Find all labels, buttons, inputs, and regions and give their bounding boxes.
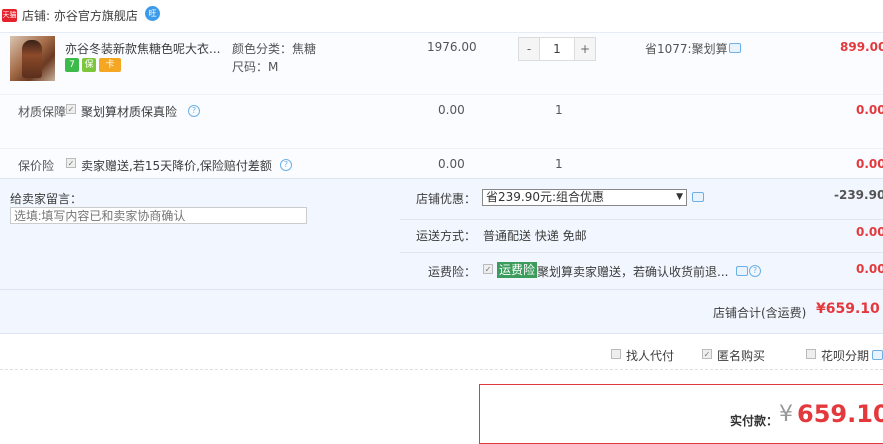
- proxy-pay-label[interactable]: 找人代付: [626, 347, 674, 364]
- shop-total-label: 店铺合计(含运费): [713, 306, 807, 320]
- freight-insurance-amount: 0.00: [856, 262, 883, 276]
- discount-label: 店铺优惠：: [416, 192, 477, 206]
- help-icon[interactable]: ?: [280, 159, 292, 171]
- promo-text: 省1077:聚划算: [645, 42, 728, 56]
- divider: [400, 252, 883, 253]
- wangwang-chat-icon[interactable]: 旺: [145, 6, 160, 21]
- seller-message-input[interactable]: [10, 207, 307, 224]
- installment-checkbox[interactable]: [806, 349, 816, 359]
- anonymous-checkbox[interactable]: ✓: [702, 349, 712, 359]
- proxy-pay-checkbox[interactable]: [611, 349, 621, 359]
- discount-selected: 省239.90元:组合优惠: [486, 190, 605, 204]
- product-title[interactable]: 亦谷冬装新款焦糖色呢大衣...: [65, 40, 225, 57]
- payment-label: 实付款：: [730, 414, 779, 428]
- seven-day-return-icon: 7: [65, 58, 79, 72]
- currency-symbol: ¥: [779, 402, 793, 427]
- credit-card-icon: 卡: [99, 58, 121, 72]
- help-icon[interactable]: ?: [749, 265, 761, 277]
- service-qty: 1: [555, 103, 563, 117]
- payment-amount: 659.10: [797, 400, 883, 428]
- comment-icon[interactable]: [736, 266, 748, 276]
- qty-minus-button[interactable]: -: [519, 38, 539, 60]
- service-text-quality: 聚划算材质保真险: [81, 105, 178, 119]
- product-thumbnail-figure: [22, 40, 42, 78]
- shipping-label: 运送方式：: [416, 229, 477, 243]
- service-checkbox-price-protect[interactable]: ✓: [66, 158, 76, 168]
- service-checkbox-quality[interactable]: ✓: [66, 104, 76, 114]
- comment-icon[interactable]: [872, 350, 883, 360]
- shop-name[interactable]: 店铺: 亦谷官方旗舰店: [22, 7, 138, 24]
- freight-insurance-checkbox[interactable]: ✓: [483, 264, 493, 274]
- freight-insurance-text: 聚划算卖家赠送，若确认收货前退...: [537, 265, 729, 279]
- installment-label[interactable]: 花呗分期: [821, 347, 869, 364]
- sku-color: 颜色分类：焦糖: [232, 42, 317, 56]
- tmall-icon: 天猫: [2, 9, 17, 22]
- service-price: 0.00: [438, 157, 465, 171]
- freight-insurance-label: 运费险：: [428, 265, 477, 279]
- divider: [0, 94, 883, 95]
- discount-amount: -239.90: [834, 188, 883, 202]
- shop-header: 天猫 店铺: 亦谷官方旗舰店 旺: [0, 0, 883, 32]
- sku-size: 尺码：M: [232, 60, 279, 74]
- promo-comment-icon[interactable]: [729, 43, 741, 53]
- freight-insurance-tag: 运费险: [497, 262, 538, 278]
- discount-select[interactable]: 省239.90元:组合优惠 ▼: [482, 189, 687, 206]
- comment-icon[interactable]: [692, 192, 704, 202]
- shop-total-amount: ¥659.10: [816, 301, 880, 317]
- service-text-price-protect: 卖家赠送,若15天降价,保险赔付差额: [81, 159, 272, 173]
- service-label-quality: 材质保障: [18, 105, 67, 119]
- service-total: 0.00: [856, 103, 883, 117]
- guarantee-icon: 保: [82, 58, 96, 72]
- shipping-amount: 0.00: [856, 225, 883, 239]
- unit-price: 1976.00: [427, 40, 477, 54]
- shipping-method: 普通配送 快递 免邮: [483, 229, 587, 243]
- quantity-stepper: - 1 +: [518, 37, 596, 61]
- anonymous-label[interactable]: 匿名购买: [717, 347, 765, 364]
- dropdown-arrow-icon: ▼: [676, 192, 683, 202]
- qty-input[interactable]: 1: [539, 38, 575, 60]
- message-label: 给卖家留言：: [10, 192, 83, 206]
- divider: [400, 219, 883, 220]
- service-total: 0.00: [856, 157, 883, 171]
- service-qty: 1: [555, 157, 563, 171]
- service-price: 0.00: [438, 103, 465, 117]
- help-icon[interactable]: ?: [188, 105, 200, 117]
- service-label-price-protect: 保价险: [18, 159, 55, 173]
- item-subtotal: 899.00: [840, 40, 883, 54]
- divider: [0, 148, 883, 149]
- qty-plus-button[interactable]: +: [575, 38, 595, 60]
